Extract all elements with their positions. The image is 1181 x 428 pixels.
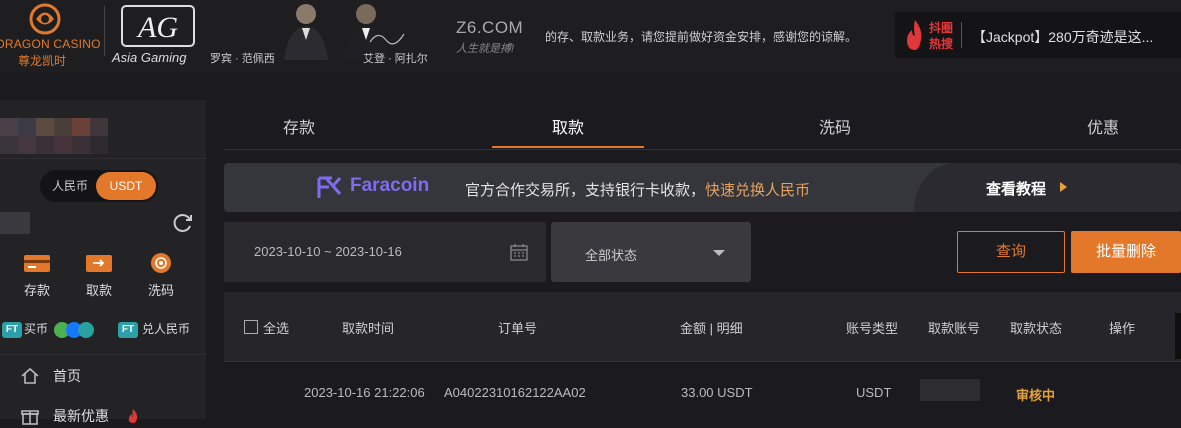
faracoin-brand: Faracoin	[350, 175, 430, 196]
quick-withdraw-button[interactable]: 取款	[74, 252, 124, 299]
promo-text: 官方合作交易所，支持银行卡收款，快速兑换人民币	[465, 179, 810, 200]
sidebar-item-label: 首页	[53, 368, 81, 384]
sidebar-divider	[0, 158, 206, 159]
tab-withdraw[interactable]: 取款	[552, 114, 584, 138]
quick-withdraw-label: 取款	[85, 283, 112, 298]
quick-rebate-button[interactable]: 洗码	[136, 252, 186, 299]
bank-icon	[78, 322, 94, 338]
batch-delete-button[interactable]: 批量删除	[1071, 231, 1181, 273]
chevron-down-icon	[713, 250, 725, 256]
faracoin-logo-icon	[317, 176, 342, 198]
hot-tag: 抖圈热搜	[929, 21, 954, 51]
withdraw-card-icon	[86, 255, 112, 272]
sidebar: 人民币 USDT 存款 取款 洗码 FT 买币 FT 兑人民币 首页 最新优惠	[0, 100, 206, 425]
deposit-card-icon	[24, 255, 50, 272]
asia-gaming-label: Asia Gaming	[112, 50, 187, 65]
brand-name: DRAGON CASINO	[0, 37, 101, 51]
tab-deposit[interactable]: 存款	[283, 114, 315, 138]
hot-divider	[961, 22, 962, 48]
sidebar-item-promotions[interactable]: 最新优惠	[20, 404, 200, 428]
hot-search-box[interactable]: 抖圈热搜 【Jackpot】280万奇迹是这...	[895, 12, 1181, 58]
date-range-value: 2023-10-10 ~ 2023-10-16	[254, 244, 402, 259]
play-arrow-icon	[1060, 182, 1067, 192]
promo-description: 官方合作交易所，支持银行卡收款，	[465, 182, 706, 199]
promo-highlight: 快速兑换人民币	[705, 182, 811, 199]
tab-bar: 存款 取款 洗码 优惠	[224, 100, 1181, 150]
column-header: 取款账号	[928, 321, 981, 336]
select-all-checkbox[interactable]	[244, 320, 258, 334]
column-header: 取款时间	[342, 321, 395, 336]
view-tutorial-link[interactable]: 查看教程	[986, 178, 1046, 199]
fire-icon	[907, 20, 922, 50]
exchange-rmb-link[interactable]: 兑人民币	[142, 320, 190, 337]
ft-badge-icon: FT	[2, 322, 22, 338]
brand-name-cn: 尊龙凯时	[18, 54, 67, 68]
balance-blurred	[0, 212, 30, 234]
gift-icon	[21, 410, 39, 425]
signature-icon	[369, 33, 405, 45]
column-header: 金额 | 明细	[680, 321, 743, 336]
cell-amount: 33.00 USDT	[681, 385, 753, 400]
marquee-notice: 的存、取款业务，请您提前做好资金安排，感谢您的谅解。	[545, 30, 858, 44]
column-header: 订单号	[498, 321, 538, 336]
svg-text:AG: AG	[136, 11, 178, 44]
status-filter-select[interactable]: 全部状态	[551, 222, 751, 282]
asia-gaming-logo[interactable]: AG Asia Gaming	[112, 4, 202, 68]
currency-usdt-option[interactable]: USDT	[96, 172, 156, 200]
status-filter-value: 全部状态	[585, 248, 638, 263]
active-tab-indicator	[492, 146, 644, 148]
dragon-emblem-icon	[29, 3, 61, 35]
chip-icon	[151, 253, 171, 273]
coin-actions: FT 买币 FT 兑人民币	[0, 318, 206, 346]
top-header: DRAGON CASINO 尊龙凯时 AG Asia Gaming 罗宾 · 范…	[0, 0, 1181, 72]
hot-fire-icon	[128, 409, 138, 423]
date-range-picker[interactable]: 2023-10-10 ~ 2023-10-16	[224, 222, 546, 282]
query-button[interactable]: 查询	[957, 231, 1065, 273]
column-header: 取款状态	[1010, 321, 1063, 336]
calendar-icon[interactable]	[510, 243, 528, 261]
scrollbar[interactable]	[1175, 313, 1181, 359]
currency-toggle[interactable]: 人民币 USDT	[40, 170, 158, 202]
hot-headline[interactable]: 【Jackpot】280万奇迹是这...	[972, 27, 1153, 47]
sidebar-item-label: 最新优惠	[53, 408, 109, 424]
quick-deposit-button[interactable]: 存款	[12, 252, 62, 299]
sidebar-item-home[interactable]: 首页	[20, 364, 200, 388]
faracoin-banner[interactable]: Faracoin 官方合作交易所，支持银行卡收款，快速兑换人民币 查看教程	[224, 163, 1181, 212]
status-badge: 审核中	[1016, 388, 1056, 403]
ft-badge-icon: FT	[118, 322, 138, 338]
site-name: Z6.COM	[456, 18, 524, 37]
quick-rebate-label: 洗码	[147, 283, 174, 298]
ag-logo-icon: AG	[121, 5, 195, 47]
table-row[interactable]: 2023-10-16 21:22:06 A04022310162122AA02 …	[224, 363, 1181, 419]
select-all-label[interactable]: 全选	[263, 318, 289, 337]
tab-promotions[interactable]: 优惠	[1087, 114, 1119, 138]
home-icon	[21, 367, 39, 384]
quick-deposit-label: 存款	[23, 283, 50, 298]
logo-divider	[104, 6, 105, 56]
ambassador2-name: 艾登 · 阿扎尔	[363, 53, 428, 65]
banner-accent	[914, 163, 1181, 212]
column-header: 账号类型	[846, 321, 899, 336]
dragon-casino-logo[interactable]: DRAGON CASINO 尊龙凯时	[0, 0, 100, 72]
site-slogan: 人生就是搏!	[456, 43, 515, 55]
cell-account-type: USDT	[856, 385, 892, 400]
cell-account-blurred	[920, 379, 980, 401]
ambassador-photo-icon	[284, 4, 328, 60]
cell-time: 2023-10-16 21:22:06	[304, 385, 425, 400]
user-info-blurred	[0, 100, 122, 158]
column-header: 操作	[1109, 321, 1136, 336]
buy-coin-link[interactable]: 买币	[24, 320, 48, 337]
ambassador1-name: 罗宾 · 范佩西	[210, 53, 275, 65]
ambassador-banner[interactable]: 罗宾 · 范佩西 艾登 · 阿扎尔	[208, 0, 448, 72]
cell-order: A04022310162122AA02	[444, 385, 586, 400]
tab-rebate[interactable]: 洗码	[819, 114, 851, 138]
sidebar-divider	[0, 354, 206, 355]
currency-rmb-option[interactable]: 人民币	[40, 170, 100, 202]
table-header: 全选 取款时间 订单号 金额 | 明细 账号类型 取款账号 取款状态 操作	[224, 292, 1181, 362]
refresh-icon[interactable]	[172, 212, 194, 234]
